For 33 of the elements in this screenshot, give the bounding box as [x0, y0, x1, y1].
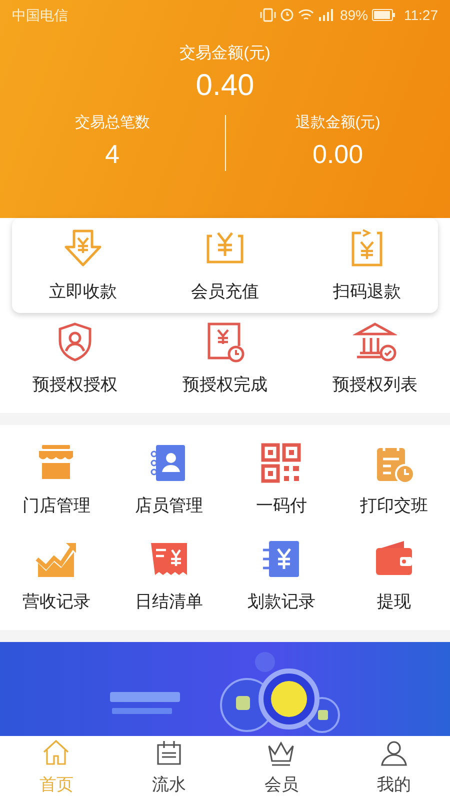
action-button[interactable]: 预授权授权 — [32, 320, 118, 398]
action-button[interactable]: 预授权列表 — [332, 320, 418, 398]
refund-value: 0.00 — [312, 138, 364, 170]
action-button[interactable]: 划款记录 — [247, 536, 316, 614]
clock-time: 11:27 — [404, 6, 438, 24]
action-button[interactable]: 一码付 — [256, 441, 307, 518]
action-button[interactable]: 打印交班 — [360, 441, 428, 518]
count-value: 4 — [105, 138, 120, 170]
amount-label: 交易金额(元) — [180, 44, 270, 64]
alarm-icon — [280, 8, 294, 22]
vibrate-icon — [260, 8, 276, 22]
action-button[interactable]: 立即收款 — [49, 226, 117, 304]
person-icon — [378, 738, 409, 768]
refund-label: 退款金额(元) — [295, 113, 380, 133]
amount-value: 0.40 — [196, 68, 254, 104]
action-button[interactable]: 门店管理 — [22, 441, 90, 518]
action-button[interactable]: 店员管理 — [134, 441, 203, 518]
action-button[interactable]: 扫码退款 — [333, 226, 401, 304]
battery-icon — [372, 9, 396, 21]
battery-percent: 89% — [340, 6, 368, 24]
action-button[interactable]: 日结清单 — [134, 536, 203, 614]
action-button[interactable]: 营收记录 — [22, 536, 90, 614]
wifi-icon — [298, 8, 314, 22]
nav-tab[interactable]: 会员 — [241, 738, 322, 798]
action-button[interactable]: 预授权完成 — [182, 320, 268, 398]
action-button[interactable]: 会员充值 — [191, 226, 259, 304]
count-label: 交易总笔数 — [74, 113, 150, 133]
qr-code-icon — [259, 441, 304, 485]
nav-tab[interactable]: 流水 — [128, 738, 209, 798]
carrier-name: 中国电信 — [12, 6, 68, 24]
signal-icon — [318, 8, 336, 22]
nav-tab[interactable]: 我的 — [354, 738, 434, 798]
action-button[interactable]: 提现 — [372, 536, 416, 614]
